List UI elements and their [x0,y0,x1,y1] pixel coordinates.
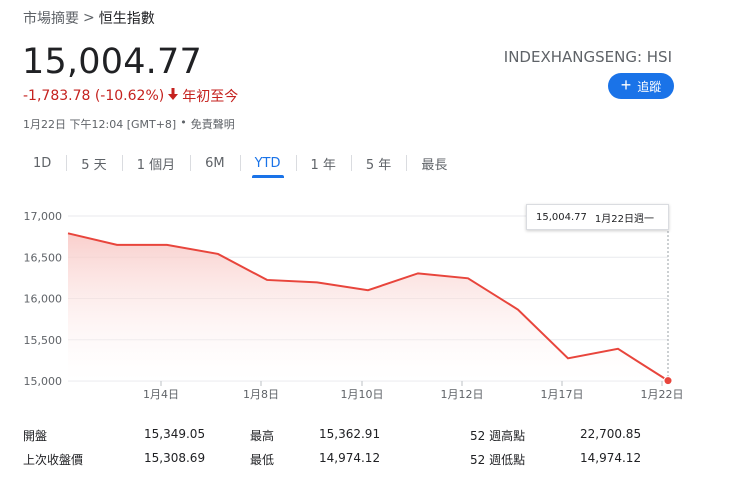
tab-label: 5 天 [81,157,107,173]
tab-1d[interactable]: 1D [18,148,66,178]
price-area-fill [68,233,668,381]
tab-label: 最長 [421,157,448,173]
plus-icon: + [620,75,632,95]
tab-ytd[interactable]: YTD [239,148,296,178]
tab-5y[interactable]: 5 年 [350,148,406,178]
tab-max[interactable]: 最長 [406,148,462,178]
ticker-symbol: INDEXHANGSENG: HSI [503,48,672,66]
follow-button[interactable]: + 追蹤 [608,73,674,99]
chart-tooltip: 15,004.77 1月22日週一 [526,204,669,230]
tab-label: YTD [254,155,281,171]
stat-low-value: 14,974.12 [319,451,381,465]
tab-1y[interactable]: 1 年 [295,148,351,178]
breadcrumb-separator: > [83,10,95,26]
stat-high-value: 15,362.91 [319,427,381,441]
x-tick-label: 1月10日 [341,388,384,401]
last-point-marker [663,376,673,386]
timestamp-separator: • [180,116,187,129]
tab-6m[interactable]: 6M [190,148,240,178]
stat-prev-close-value: 15,308.69 [144,451,206,465]
tab-label: 1D [33,155,52,171]
tab-5d[interactable]: 5 天 [66,148,121,178]
stat-52w-low-label: 52 週低點 [470,453,526,467]
x-tick-label: 1月8日 [243,388,279,401]
stat-prev-close-label: 上次收盤價 [23,453,84,467]
tooltip-value: 15,004.77 [536,211,587,223]
x-tick-label: 1月12日 [441,388,484,401]
tab-label: 6M [205,155,225,171]
tab-label: 1 個月 [136,157,176,173]
breadcrumb-current: 恒生指數 [98,11,155,27]
disclaimer-link[interactable]: 免責聲明 [191,116,235,132]
y-tick-label: 17,000 [24,210,63,223]
x-tick-label: 1月17日 [541,388,584,401]
x-tick-label: 1月22日 [641,388,684,401]
tab-label: 5 年 [365,157,392,173]
y-tick-label: 15,000 [24,375,63,388]
change-value: -1,783.78 (-10.62%) [23,88,165,104]
breadcrumb-parent-link[interactable]: 市場摘要 [23,8,79,28]
stat-open-value: 15,349.05 [144,427,206,441]
price-change: -1,783.78 (-10.62%) 年初至今 [23,86,238,106]
tab-1m[interactable]: 1 個月 [121,148,190,178]
timestamp-time: 1月22日 下午12:04 [GMT+8] [23,118,177,131]
stat-high-label: 最高 [250,429,275,443]
current-price: 15,004.77 [22,42,202,82]
tooltip-date: 1月22日週一 [594,213,654,225]
breadcrumb: 市場摘要 > 恒生指數 [23,8,155,28]
stat-52w-low-value: 14,974.12 [580,451,642,465]
x-tick-label: 1月4日 [143,388,179,401]
time-range-tabs: 1D 5 天 1 個月 6M YTD 1 年 5 年 最長 [18,148,462,178]
arrow-down-icon [168,88,179,104]
stat-52w-high-value: 22,700.85 [580,427,642,441]
timestamp: 1月22日 下午12:04 [GMT+8] • 免責聲明 [23,116,235,132]
stat-low-label: 最低 [250,453,275,467]
change-period: 年初至今 [182,89,239,105]
follow-button-label: 追蹤 [637,79,662,94]
y-tick-label: 15,500 [24,334,63,347]
stat-open-label: 開盤 [23,429,48,443]
y-tick-label: 16,500 [24,251,63,264]
y-tick-label: 16,000 [24,293,63,306]
tab-label: 1 年 [310,157,336,173]
stat-52w-high-label: 52 週高點 [470,429,526,443]
